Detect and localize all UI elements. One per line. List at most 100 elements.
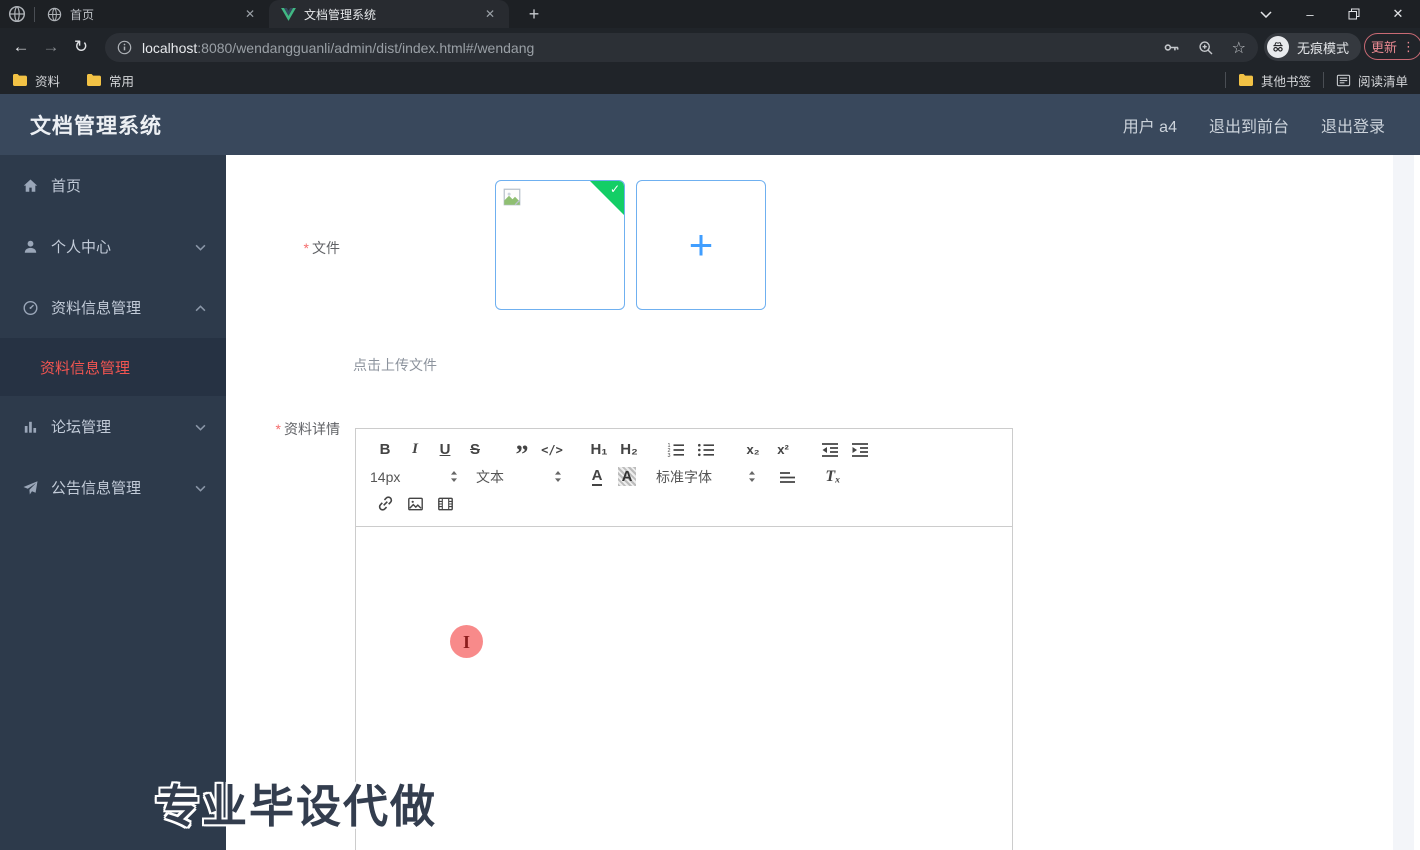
updown-arrows-icon <box>555 471 561 482</box>
clear-format-button[interactable]: Tₓ <box>818 465 848 489</box>
url-host: localhost <box>142 39 198 56</box>
upload-add-button[interactable]: + <box>636 180 766 310</box>
background-color-button[interactable]: A <box>612 465 642 489</box>
paragraph-format-dropdown[interactable]: 文本 <box>476 465 562 489</box>
bookmark-label: 其他书签 <box>1260 74 1311 89</box>
tab-home[interactable]: 首页 ✕ <box>35 0 269 28</box>
superscript-button[interactable]: x² <box>768 438 798 462</box>
blockquote-button[interactable]: ” <box>507 438 537 468</box>
sidebar: 首页 个人中心 资料信息管理 资料信息管理 论坛管理 公告信息管理 <box>0 155 226 850</box>
text-cursor-icon: I <box>462 631 470 652</box>
globe-icon <box>8 5 26 23</box>
bold-button[interactable]: B <box>370 438 400 462</box>
tab-search-chevron-icon[interactable] <box>1244 0 1288 28</box>
other-bookmarks-button[interactable]: 其他书签 <box>1238 71 1311 90</box>
watermark-text: 专业毕设代做 <box>155 781 438 832</box>
close-window-button[interactable]: ✕ <box>1376 0 1420 28</box>
send-icon <box>23 480 38 494</box>
bookmark-label: 阅读清单 <box>1357 74 1408 89</box>
logout-link[interactable]: 退出登录 <box>1321 113 1385 137</box>
link-button[interactable] <box>370 492 400 516</box>
strikethrough-button[interactable]: S <box>460 438 490 462</box>
sidebar-item-personal-center[interactable]: 个人中心 <box>0 216 226 277</box>
font-family-dropdown[interactable]: 标准字体 <box>656 465 756 489</box>
info-icon[interactable] <box>117 40 132 55</box>
pinned-tab[interactable] <box>0 0 34 28</box>
sidebar-item-data-info-mgmt[interactable]: 资料信息管理 <box>0 277 226 338</box>
url-text: localhost:8080/wendangguanli/admin/dist/… <box>142 40 1163 56</box>
back-button[interactable]: ← <box>6 37 36 57</box>
sidebar-item-home[interactable]: 首页 <box>0 155 226 216</box>
sidebar-subitem-data-info-mgmt-active[interactable]: 资料信息管理 <box>0 338 226 396</box>
reload-button[interactable]: ↻ <box>66 37 96 57</box>
bookmark-label: 常用 <box>109 74 135 89</box>
sidebar-item-label: 公告信息管理 <box>51 480 142 497</box>
editor-content-area[interactable] <box>356 527 1012 850</box>
chevron-down-icon <box>195 479 206 497</box>
folder-icon <box>87 74 102 86</box>
bookmark-separator <box>1224 72 1226 88</box>
update-menu-button[interactable]: 更新 ⋮ <box>1364 33 1420 60</box>
tab-close-icon[interactable]: ✕ <box>481 5 499 23</box>
svg-text:3: 3 <box>668 452 671 457</box>
bullet-list-button[interactable] <box>691 438 721 462</box>
check-icon: ✓ <box>609 182 620 196</box>
window-controls: – ✕ <box>1244 0 1420 28</box>
text-color-letter: A <box>591 466 603 486</box>
outdent-button[interactable] <box>815 438 845 462</box>
tab-title: 首页 <box>70 7 95 22</box>
insert-video-button[interactable] <box>430 492 460 516</box>
incognito-label: 无痕模式 <box>1297 40 1350 56</box>
upload-tip: 点击上传文件 <box>353 357 437 373</box>
font-size-value: 14px <box>370 468 401 485</box>
address-bar[interactable]: localhost:8080/wendangguanli/admin/dist/… <box>105 33 1258 62</box>
minimize-button[interactable]: – <box>1288 0 1332 28</box>
broken-image-icon <box>503 188 521 206</box>
text-color-button[interactable]: A <box>582 465 612 489</box>
file-field-label: * 文件 <box>226 238 340 258</box>
font-family-value: 标准字体 <box>656 468 712 485</box>
bookmark-folder-ziliao[interactable]: 资料 <box>12 71 60 90</box>
heading1-button[interactable]: H₁ <box>584 438 614 462</box>
zoom-in-icon[interactable] <box>1198 40 1214 56</box>
updown-arrows-icon <box>749 471 755 482</box>
new-tab-button[interactable]: + <box>521 4 547 25</box>
menu-dots-icon: ⋮ <box>1402 38 1415 54</box>
indent-button[interactable] <box>845 438 875 462</box>
exit-to-front-link[interactable]: 退出到前台 <box>1209 113 1289 137</box>
password-key-icon[interactable] <box>1163 39 1180 56</box>
uploaded-file-card[interactable]: ✓ <box>495 180 625 310</box>
plus-icon: + <box>688 221 714 268</box>
user-icon <box>24 240 37 253</box>
underline-button[interactable]: U <box>430 438 460 462</box>
scrollbar-gutter[interactable] <box>1393 155 1414 850</box>
detail-field-label: * 资料详情 <box>226 419 340 439</box>
restore-button[interactable] <box>1332 0 1376 28</box>
bookmark-separator <box>1322 72 1324 88</box>
code-block-button[interactable]: </> <box>537 438 567 462</box>
header-links: 用户 a4 退出到前台 退出登录 <box>1123 113 1385 137</box>
sidebar-item-label: 论坛管理 <box>51 419 112 436</box>
tab-close-icon[interactable]: ✕ <box>241 5 259 23</box>
sidebar-item-label: 个人中心 <box>51 239 112 256</box>
italic-button[interactable]: I <box>400 438 430 462</box>
font-size-dropdown[interactable]: 14px <box>370 465 458 489</box>
heading2-button[interactable]: H₂ <box>614 438 644 462</box>
bookmark-folder-changyong[interactable]: 常用 <box>86 71 134 90</box>
toolbar-row-3 <box>370 490 998 517</box>
ordered-list-button[interactable]: 123 <box>661 438 691 462</box>
tab-doc-system[interactable]: 文档管理系统 ✕ <box>269 0 509 28</box>
subscript-button[interactable]: x₂ <box>738 438 768 462</box>
sidebar-item-forum-mgmt[interactable]: 论坛管理 <box>0 396 226 457</box>
detail-field-label-text: 资料详情 <box>284 421 340 437</box>
globe-icon <box>47 7 62 21</box>
insert-image-button[interactable] <box>400 492 430 516</box>
sidebar-item-announcement-mgmt[interactable]: 公告信息管理 <box>0 457 226 518</box>
editor-toolbar: B I U S ” </> H₁ H₂ 123 x₂ x² 14px 文本 A … <box>356 429 1012 527</box>
align-button[interactable] <box>772 465 802 489</box>
required-mark: * <box>275 421 281 437</box>
forward-button[interactable]: → <box>36 37 66 57</box>
reading-list-button[interactable]: 阅读清单 <box>1336 71 1408 90</box>
bookmark-star-icon[interactable]: ☆ <box>1232 38 1246 58</box>
bookmark-label: 资料 <box>35 74 61 89</box>
